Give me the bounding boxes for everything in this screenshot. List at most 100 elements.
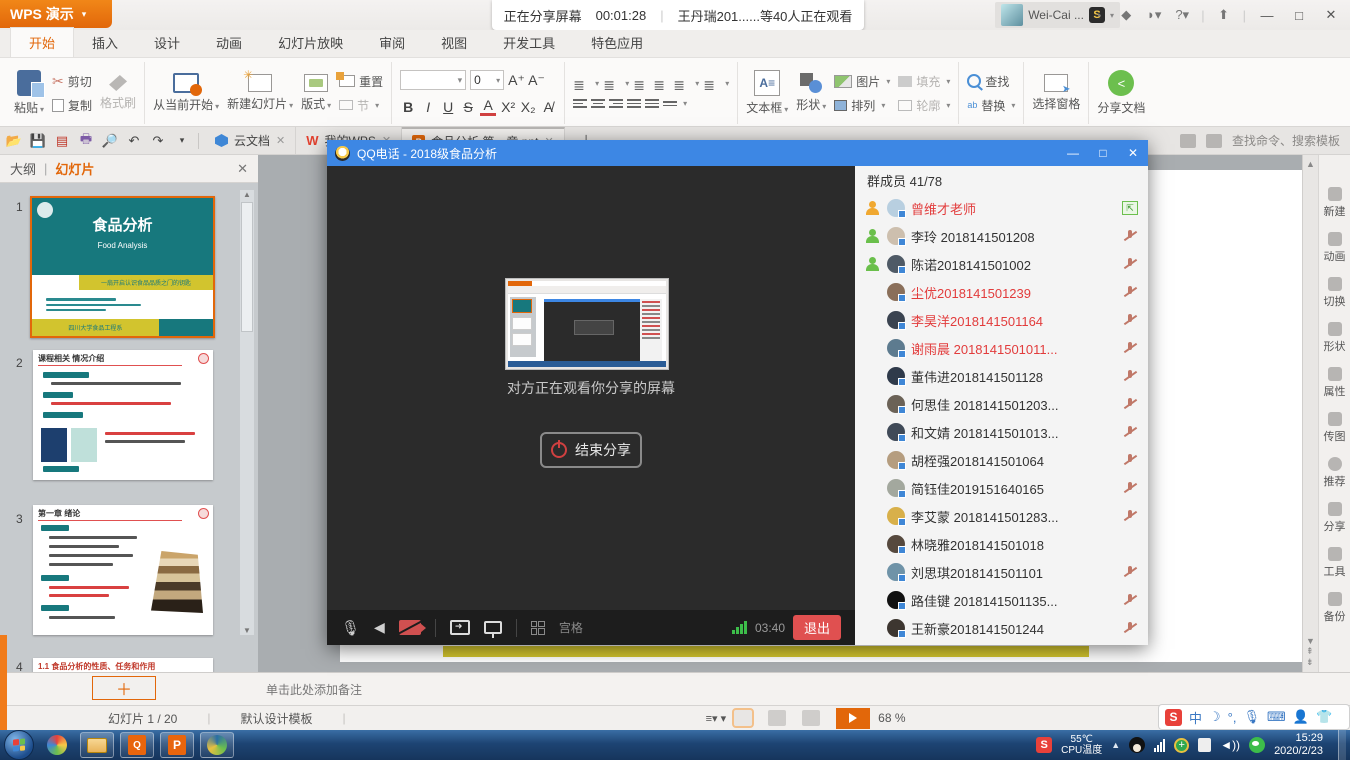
tool-share[interactable]: 分享 [1324,502,1346,534]
qq-grid-icon[interactable] [531,621,545,635]
text-box-button[interactable]: A≡ 文本框▾ [746,70,788,116]
tray-wechat-icon[interactable] [1249,737,1265,753]
member-row[interactable]: 路佳键 2018141501135... [855,586,1148,614]
share-doc-button[interactable]: < 分享文档 [1097,70,1145,116]
columns-button[interactable] [703,77,719,91]
member-row[interactable]: 和文婧 2018141501013... [855,418,1148,446]
tray-power-icon[interactable] [1198,738,1211,752]
member-row[interactable]: 林晓雅2018141501018 [855,530,1148,558]
bullet-list-button[interactable] [573,77,589,91]
align-center-button[interactable] [591,98,605,110]
font-name-select[interactable]: ▾ [400,70,466,90]
member-row[interactable]: 李艾蒙 2018141501283... [855,502,1148,530]
member-row[interactable]: 尘优2018141501239 [855,278,1148,306]
vscroll-down-icon[interactable]: ▼⇞⇟ [1306,636,1315,668]
tray-volume-icon[interactable]: ◄)) [1220,738,1240,752]
show-desktop-button[interactable] [1338,730,1346,760]
taskbar-clock[interactable]: 15:29 2020/2/23 [1274,732,1329,758]
ribbon-tab-insert[interactable]: 插入 [74,28,136,57]
ime-keyboard-icon[interactable]: ⌨ [1267,709,1286,725]
line-spacing-button[interactable] [663,98,677,110]
qq-whiteboard-icon[interactable] [484,621,502,634]
arrange-button[interactable]: 排列▾ [834,97,890,114]
ribbon-tab-home[interactable]: 开始 [10,27,74,57]
assistant-icon[interactable] [1206,134,1222,148]
shapes-button[interactable]: 形状▾ [796,73,826,113]
panel-close-icon[interactable]: ✕ [237,161,248,177]
tool-new[interactable]: 新建 [1324,187,1346,219]
docker-icon[interactable]: ◗▾ [1145,6,1163,24]
picture-button[interactable]: 图片▾ [834,73,890,90]
slide-sorter-button[interactable] [768,710,786,726]
cpu-temp-widget[interactable]: 55℃ CPU温度 [1061,734,1102,756]
tool-shapes[interactable]: 形状 [1324,322,1346,354]
open-file-icon[interactable]: 📂 [4,131,24,151]
layout-button[interactable]: 版式▾ [301,74,331,112]
scroll-up-icon[interactable]: ▲ [243,190,251,199]
font-size-select[interactable]: 0▾ [470,70,504,90]
subscript-button[interactable]: X₂ [520,99,536,115]
qq-speaker-icon[interactable]: ◀ [374,619,385,636]
tray-qq-icon[interactable] [1129,737,1145,753]
ime-skin-icon[interactable]: 👕 [1316,709,1332,725]
font-decrease-button[interactable]: A⁻ [528,72,544,89]
member-row[interactable]: 刘思琪2018141501101 [855,558,1148,586]
strikethrough-button[interactable]: S [460,99,476,115]
note-toggle-icon[interactable]: ≡▾ ▾ [706,712,727,725]
replace-button[interactable]: ab替换▾ [967,97,1015,114]
numbered-list-button[interactable] [603,77,619,91]
export-pdf-icon[interactable]: ▤ [52,131,72,151]
slide-1-thumbnail[interactable]: 食品分析 Food Analysis 一扇开启认识食品品质之门的钥匙 四川大学食… [30,196,215,338]
qq-camera-off-icon[interactable] [399,620,421,635]
ribbon-tab-animation[interactable]: 动画 [198,28,260,57]
ribbon-tab-view[interactable]: 视图 [423,28,485,57]
reading-view-button[interactable] [802,710,820,726]
start-button[interactable] [4,730,34,760]
normal-view-button[interactable] [734,710,752,726]
outline-button[interactable]: 轮廓▾ [898,97,950,114]
slide-4-thumbnail[interactable]: 1.1 食品分析的性质、任务和作用 [33,658,213,672]
undo-icon[interactable]: ↶ [124,131,144,151]
copy-button[interactable]: 复制 [52,97,92,114]
member-row[interactable]: 曾维才老师 ⇱ [855,194,1148,222]
taskbar-app-globe[interactable] [200,732,234,758]
font-color-button[interactable]: A [480,97,496,116]
ribbon-tab-review[interactable]: 审阅 [361,28,423,57]
align-right-button[interactable] [609,98,623,110]
qq-titlebar[interactable]: QQ电话 - 2018级食品分析 — □ ✕ [327,140,1148,166]
reset-button[interactable]: 重置 [339,73,383,90]
selection-pane-button[interactable]: 选择窗格 [1032,74,1080,112]
tool-upload-image[interactable]: 传图 [1324,412,1346,444]
increase-indent-button[interactable] [653,77,669,91]
scrollbar-thumb[interactable] [241,202,253,332]
tool-transition[interactable]: 切换 [1324,277,1346,309]
italic-button[interactable]: I [420,99,436,115]
ribbon-tab-design[interactable]: 设计 [136,28,198,57]
tool-backup[interactable]: 备份 [1324,592,1346,624]
superscript-button[interactable]: X² [500,99,516,115]
find-button[interactable]: 查找 [967,73,1015,90]
clear-format-button[interactable]: A̸ [540,99,556,115]
scroll-down-icon[interactable]: ▼ [243,626,251,635]
ribbon-tab-developer[interactable]: 开发工具 [485,28,573,57]
taskbar-app-wps[interactable]: P [160,732,194,758]
justify-button[interactable] [627,98,641,110]
print-icon[interactable]: 🖶 [76,131,96,151]
help-icon[interactable]: ?▾ [1173,6,1191,24]
text-direction-button[interactable] [673,77,689,91]
zoom-level[interactable]: 68 % [878,711,905,725]
slide-panel-scrollbar[interactable]: ▲ ▼ [240,190,254,635]
taskbar-app-browser[interactable] [40,732,74,758]
new-slide-button[interactable]: 新建幻灯片▾ [227,74,293,112]
redo-icon[interactable]: ↷ [148,131,168,151]
member-row[interactable]: 谢雨晨 2018141501011... [855,334,1148,362]
member-row[interactable]: 陈诺2018141501002 [855,250,1148,278]
ime-mic-icon[interactable]: 🎙 [1243,709,1260,725]
taskbar-app-pdf[interactable]: Q [120,732,154,758]
bold-button[interactable]: B [400,99,416,115]
add-slide-button[interactable]: ＋ [92,676,156,700]
member-row[interactable]: 董伟进2018141501128 [855,362,1148,390]
ime-fullhalf-icon[interactable]: ☽ [1209,709,1221,725]
tray-sogou-icon[interactable]: S [1036,737,1052,753]
end-share-button[interactable]: 结束分享 [540,432,642,468]
